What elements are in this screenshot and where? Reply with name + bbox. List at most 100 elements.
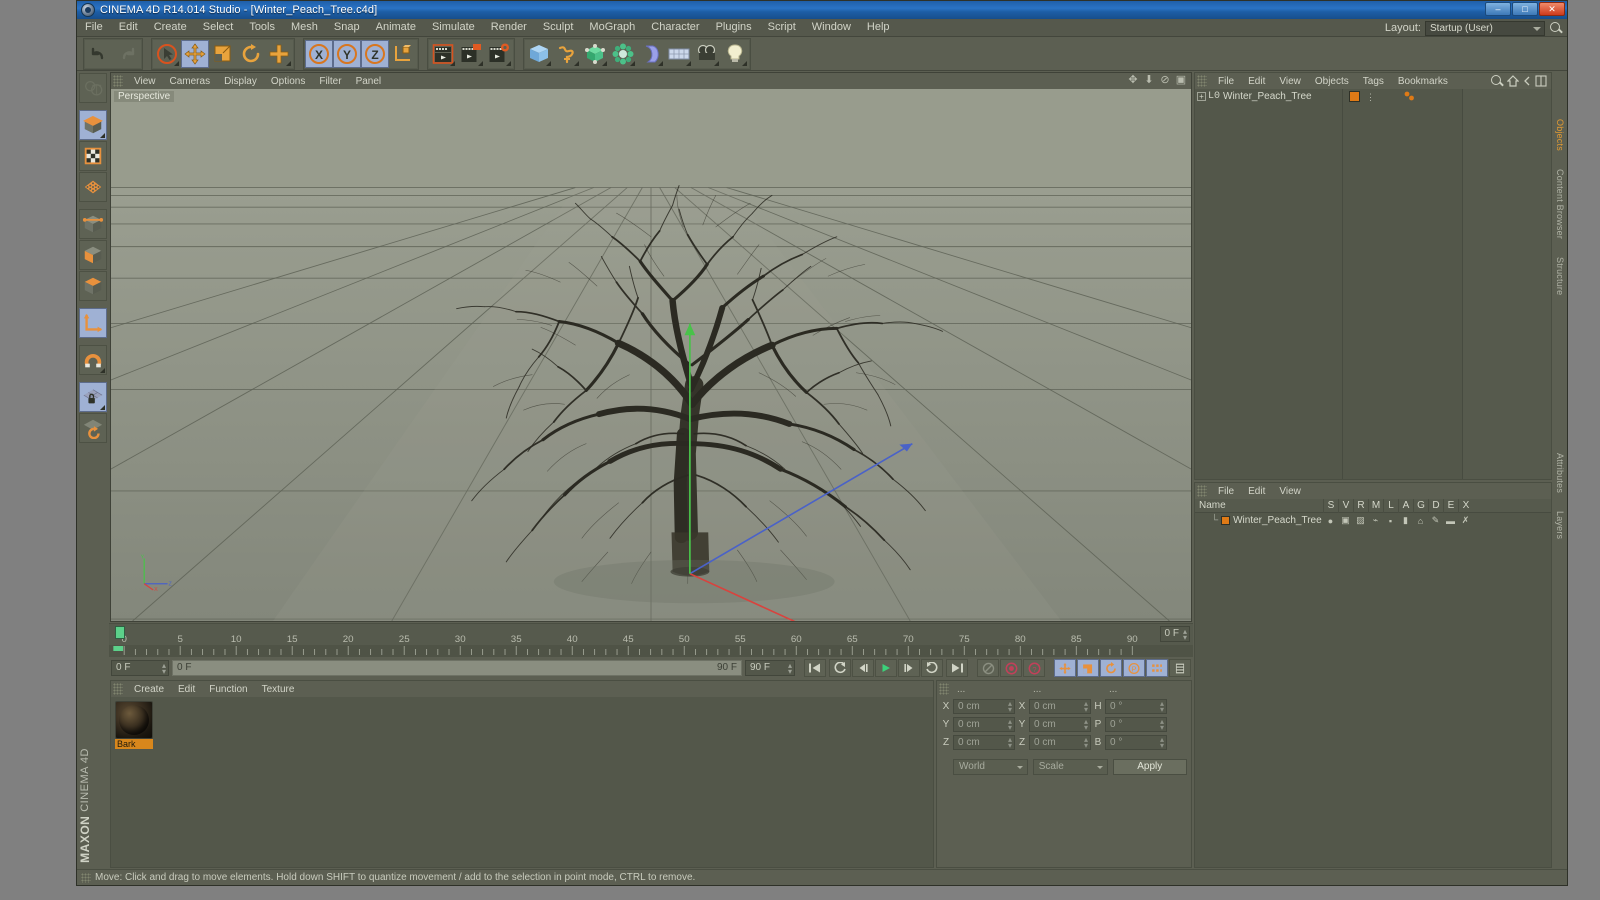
layer-solo-icon[interactable]: ● (1323, 516, 1338, 526)
layer-visible-icon[interactable]: ▣ (1338, 515, 1353, 526)
menu-snap[interactable]: Snap (326, 19, 368, 36)
polygons-mode-icon[interactable] (79, 240, 107, 270)
normal-move-icon[interactable] (79, 271, 107, 301)
column-header-m[interactable]: M (1368, 498, 1383, 513)
layer-expressions-icon[interactable]: ▬ (1443, 516, 1458, 526)
enable-snap-icon[interactable] (79, 345, 107, 375)
render-view-icon[interactable] (429, 39, 457, 68)
object-manager-tree[interactable]: + L0 Winter_Peach_Tree ⋮ (1195, 89, 1551, 479)
timeline-end-field[interactable]: 90 F ▴ ▾ (745, 660, 795, 676)
search-icon[interactable] (1490, 74, 1504, 88)
rotation-p-field[interactable]: 0 ° ▴ ▾ (1105, 717, 1167, 732)
column-header-x[interactable]: X (1458, 498, 1473, 513)
search-icon[interactable] (1549, 21, 1563, 35)
chevron-left-icon[interactable] (1522, 75, 1532, 87)
redo-icon[interactable] (113, 39, 141, 68)
play-button[interactable] (875, 659, 897, 677)
layer-xref-icon[interactable]: ✗ (1458, 515, 1473, 526)
object-menu-objects[interactable]: Objects (1308, 74, 1356, 89)
object-axis-gizmo[interactable] (111, 89, 1191, 621)
panel-grip-icon[interactable] (939, 683, 949, 695)
render-to-picture-viewer-icon[interactable] (485, 39, 513, 68)
close-button[interactable]: ✕ (1539, 2, 1565, 16)
viewport-menu-display[interactable]: Display (217, 74, 264, 89)
layout-icon[interactable] (1535, 75, 1547, 87)
maximize-view-icon[interactable]: ▣ (1175, 74, 1187, 86)
menu-create[interactable]: Create (146, 19, 195, 36)
lock-y-axis-icon[interactable]: Y (333, 39, 361, 68)
workplane-rotate-icon[interactable] (79, 413, 107, 443)
panel-grip-icon[interactable] (113, 75, 123, 87)
column-header-s[interactable]: S (1323, 498, 1338, 513)
object-menu-view[interactable]: View (1272, 74, 1308, 89)
object-menu-bookmarks[interactable]: Bookmarks (1391, 74, 1455, 89)
menu-tools[interactable]: Tools (241, 19, 283, 36)
make-editable-icon[interactable] (79, 73, 107, 103)
timeline-ruler[interactable]: 0 5 10 15 20 25 30 35 40 45 50 55 60 65 70 75 80 85 90 0 F… (109, 623, 1193, 646)
home-icon[interactable] (1507, 75, 1519, 87)
spline-pen-icon[interactable] (553, 39, 581, 68)
expand-toggle-icon[interactable]: + (1197, 92, 1206, 101)
timeline-start-field[interactable]: 0 F ▴ ▾ (111, 660, 169, 676)
move-tool-icon[interactable] (181, 39, 209, 68)
tab-objects[interactable]: Objects (1554, 113, 1566, 157)
position-x-field[interactable]: 0 cm ▴ ▾ (953, 699, 1015, 714)
apply-button[interactable]: Apply (1112, 759, 1188, 775)
panel-grip-icon[interactable] (113, 683, 123, 695)
material-tag-icon[interactable] (1349, 91, 1360, 102)
timeline-playhead[interactable] (115, 626, 125, 639)
go-to-start-button[interactable] (804, 659, 826, 677)
object-row-winter-peach-tree[interactable]: + L0 Winter_Peach_Tree (1195, 89, 1342, 104)
position-y-field[interactable]: 0 cm ▴ ▾ (953, 717, 1015, 732)
tab-content-browser[interactable]: Content Browser (1554, 163, 1566, 245)
scale-tool-icon[interactable] (209, 39, 237, 68)
keyframe-selection-button[interactable]: ? (1023, 659, 1045, 677)
size-x-field[interactable]: 0 cm ▴ ▾ (1029, 699, 1091, 714)
object-menu-tags[interactable]: Tags (1356, 74, 1391, 89)
model-mode-icon[interactable] (79, 110, 107, 140)
menu-window[interactable]: Window (804, 19, 859, 36)
material-menu-texture[interactable]: Texture (255, 682, 302, 697)
column-header-e[interactable]: E (1443, 498, 1458, 513)
material-menu-function[interactable]: Function (202, 682, 254, 697)
size-y-field[interactable]: 0 cm ▴ ▾ (1029, 717, 1091, 732)
timeline-range-slider[interactable]: 0 F 90 F (172, 660, 742, 676)
floor-environment-icon[interactable] (665, 39, 693, 68)
material-item-bark[interactable]: Bark (115, 701, 153, 749)
object-tag-row[interactable]: ⋮ (1343, 89, 1462, 104)
layer-menu-file[interactable]: File (1211, 484, 1241, 499)
column-header-d[interactable]: D (1428, 498, 1443, 513)
panel-grip-icon[interactable] (1197, 485, 1207, 497)
rotation-h-field[interactable]: 0 ° ▴ ▾ (1105, 699, 1167, 714)
world-object-coord-icon[interactable] (389, 39, 417, 68)
dolly-view-icon[interactable]: ⬇ (1143, 74, 1155, 86)
viewport-menu-panel[interactable]: Panel (349, 74, 389, 89)
bend-deformer-icon[interactable] (637, 39, 665, 68)
cube-primitive-icon[interactable] (525, 39, 553, 68)
light-icon[interactable] (721, 39, 749, 68)
viewport-menu-options[interactable]: Options (264, 74, 312, 89)
pan-view-icon[interactable]: ✥ (1127, 74, 1139, 86)
autokeying-button[interactable] (1000, 659, 1022, 677)
column-header-r[interactable]: R (1353, 498, 1368, 513)
maximize-button[interactable]: □ (1512, 2, 1538, 16)
menu-animate[interactable]: Animate (368, 19, 424, 36)
layer-lock-icon[interactable]: ▪ (1383, 516, 1398, 526)
tab-attributes[interactable]: Attributes (1554, 447, 1566, 499)
undo-icon[interactable] (85, 39, 113, 68)
tab-structure[interactable]: Structure (1554, 251, 1566, 301)
menu-help[interactable]: Help (859, 19, 898, 36)
layer-row-winter-peach-tree[interactable]: └ Winter_Peach_Tree ● ▣ ▨ ⌁ ▪ ▮ ⌂ ✎ ▬ ✗ (1195, 513, 1551, 528)
go-to-previous-key-button[interactable] (829, 659, 851, 677)
lock-workplane-icon[interactable] (79, 382, 107, 412)
menu-render[interactable]: Render (483, 19, 535, 36)
material-list[interactable]: Bark (111, 697, 933, 867)
position-z-field[interactable]: 0 cm ▴ ▾ (953, 735, 1015, 750)
live-selection-icon[interactable] (153, 39, 181, 68)
column-header-l[interactable]: L (1383, 498, 1398, 513)
scale-key-toggle[interactable] (1077, 659, 1099, 677)
go-to-previous-frame-button[interactable] (852, 659, 874, 677)
rotation-key-toggle[interactable] (1100, 659, 1122, 677)
column-header-v[interactable]: V (1338, 498, 1353, 513)
parameter-key-toggle[interactable]: P (1123, 659, 1145, 677)
